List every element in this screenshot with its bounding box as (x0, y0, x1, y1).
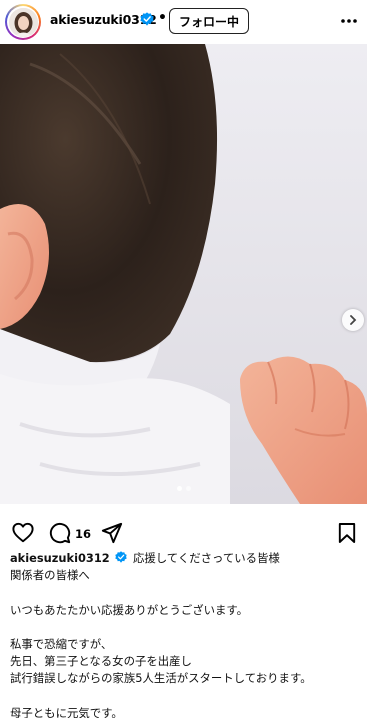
caption-text: いつもあたたかい応援ありがとうございます。 (10, 602, 249, 617)
verified-badge-icon (115, 551, 128, 563)
more-options-icon[interactable] (340, 13, 358, 29)
following-button[interactable]: フォロー中 (169, 8, 249, 34)
comment-icon[interactable] (49, 522, 71, 544)
comment-count: 16 (75, 527, 92, 541)
header-separator: • (158, 10, 167, 26)
avatar-photo (8, 7, 38, 37)
baby-photo-illustration (0, 44, 367, 504)
caption-text: 関係者の皆様へ (10, 568, 90, 583)
caption-text: 私事で恐縮ですが、 (10, 636, 113, 651)
post-photo[interactable] (0, 44, 367, 504)
carousel-indicator (177, 486, 191, 491)
caption-text: 母子ともに元気です。 (10, 705, 123, 718)
carousel-dot (186, 486, 191, 491)
next-photo-button[interactable] (342, 309, 364, 331)
post-caption: akiesuzuki0312 応援してくださっている皆様 関係者の皆様へ いつも… (10, 550, 362, 718)
action-bar: 16 (0, 518, 367, 548)
chevron-right-icon (350, 315, 357, 325)
verified-badge-icon (140, 12, 154, 26)
carousel-dot-active (177, 486, 182, 491)
instagram-post: akiesuzuki0312 • フォロー中 16 akiesuzuki0312… (0, 0, 367, 718)
caption-text: 応援してくださっている皆様 (132, 551, 280, 565)
post-header: akiesuzuki0312 • フォロー中 (0, 0, 367, 42)
caption-text: 先日、第三子となる女の子を出産し (10, 654, 192, 669)
caption-text: 試行錯誤しながらの家族5人生活がスタートしております。 (10, 671, 312, 686)
caption-username[interactable]: akiesuzuki0312 (10, 551, 110, 565)
heart-icon[interactable] (12, 522, 34, 543)
avatar[interactable] (5, 4, 41, 40)
caption-line: akiesuzuki0312 応援してくださっている皆様 (10, 550, 362, 567)
bookmark-icon[interactable] (338, 522, 356, 544)
share-icon[interactable] (101, 522, 123, 544)
